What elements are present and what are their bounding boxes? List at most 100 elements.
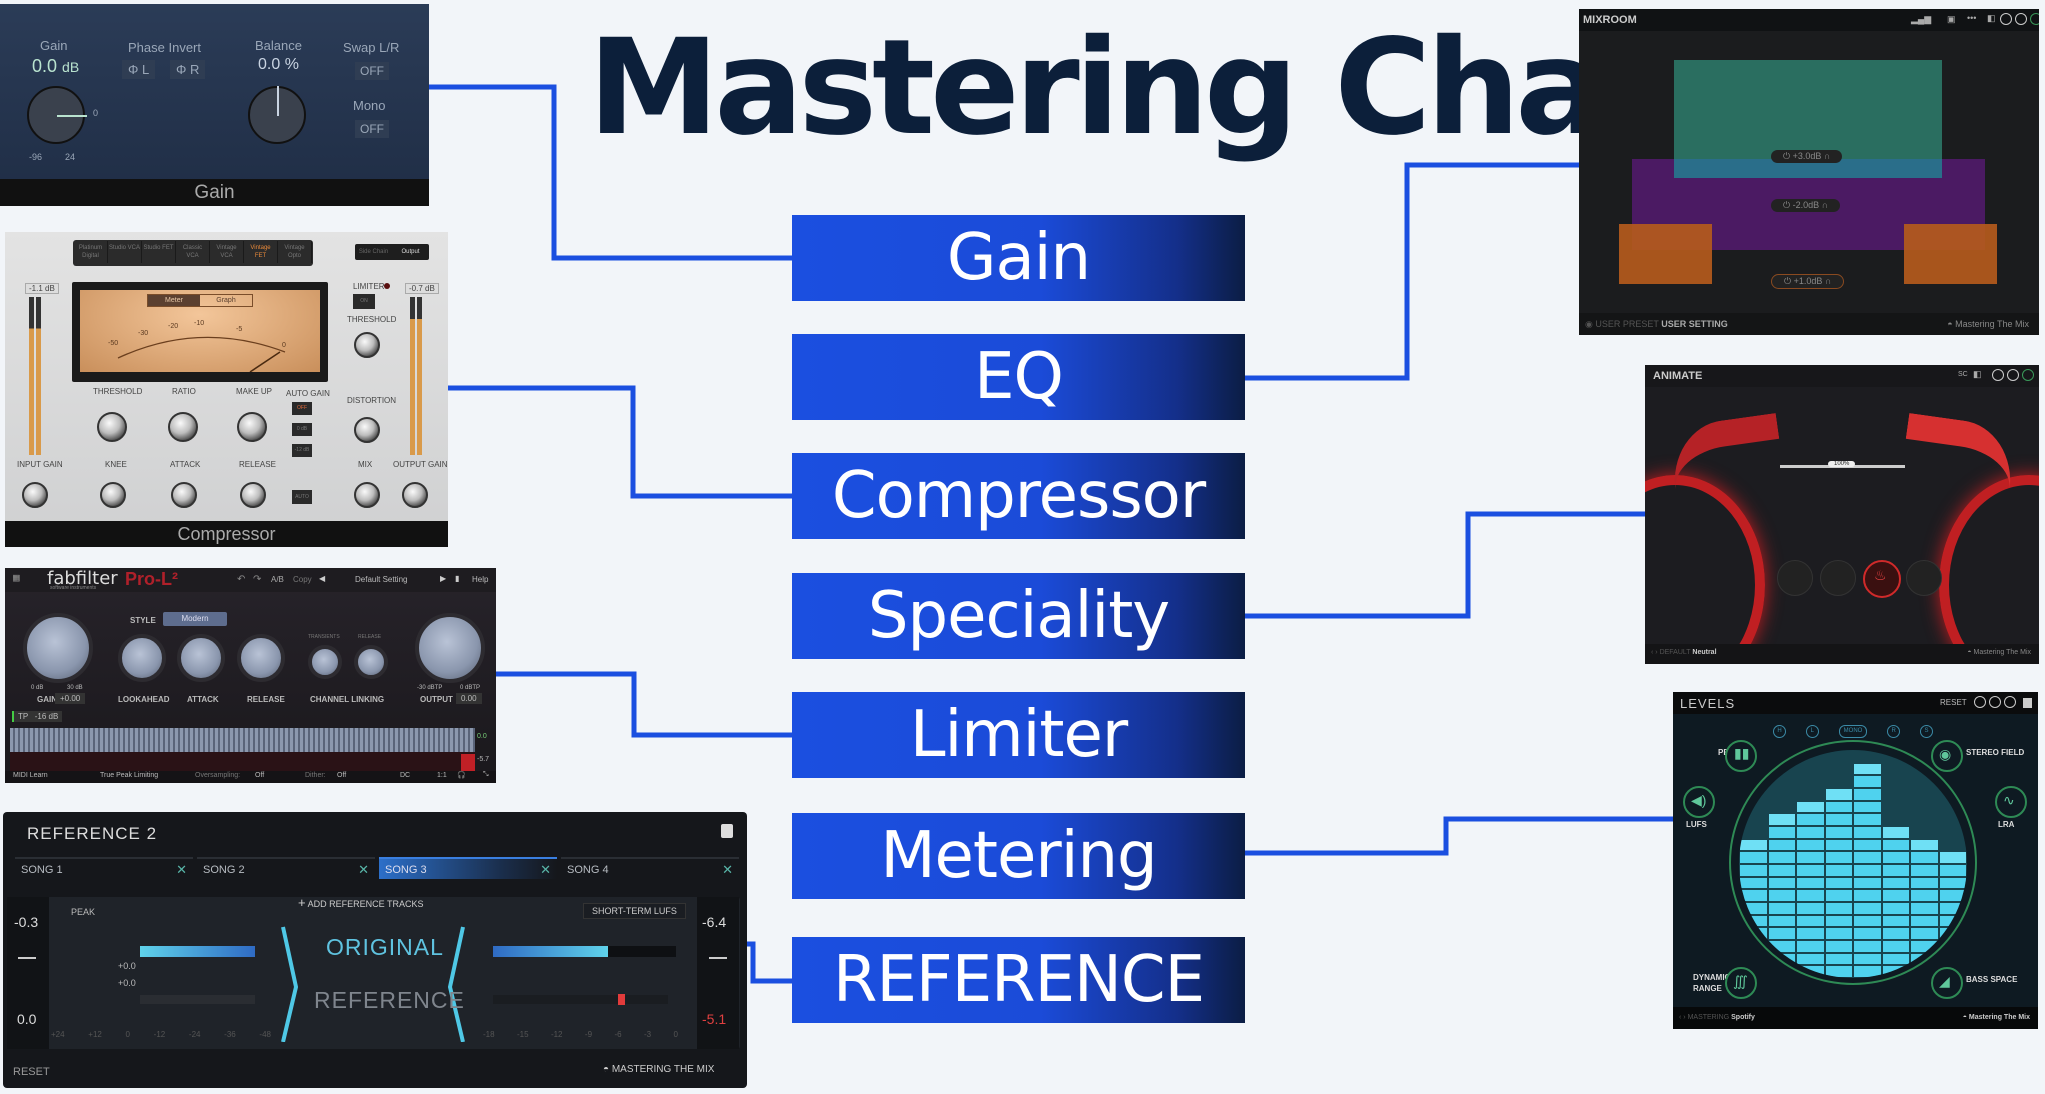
mode-knob-1[interactable] [1777, 560, 1813, 596]
channel-s[interactable]: S [1919, 725, 1933, 738]
dither-value[interactable]: Off [337, 772, 346, 779]
mono-toggle[interactable]: OFF [355, 120, 389, 138]
stage-compressor[interactable]: Compressor [792, 453, 1245, 539]
model-tab[interactable]: Vintage VCA [210, 241, 244, 263]
transients-link-knob[interactable] [308, 645, 342, 679]
song-tab-1[interactable]: SONG 1 ✕ [15, 857, 193, 879]
ab-button[interactable]: A/B [271, 575, 284, 584]
channel-l[interactable]: L [1805, 725, 1819, 738]
copy-button[interactable]: Copy [293, 575, 312, 584]
preset-name[interactable]: Default Setting [355, 575, 407, 584]
reference-label[interactable]: REFERENCE [314, 987, 465, 1014]
stage-limiter[interactable]: Limiter [792, 692, 1245, 778]
midi-learn-button[interactable]: MIDI Learn [13, 772, 48, 779]
menu-icon[interactable] [721, 824, 733, 838]
bypass-icon[interactable]: ◧ [1973, 369, 1982, 380]
add-reference-tracks-button[interactable]: + ADD REFERENCE TRACKS [298, 895, 423, 910]
output-value-field[interactable]: 0.00 [456, 693, 482, 704]
mix-knob[interactable] [354, 482, 380, 508]
stage-reference[interactable]: REFERENCE [792, 937, 1245, 1023]
settings-icon[interactable] [1992, 369, 2004, 381]
side-chain-button[interactable]: Side Chain [355, 244, 392, 260]
model-tab-selected[interactable]: Vintage FET [244, 241, 278, 263]
power-icon[interactable] [2022, 369, 2034, 381]
band-mid-gain[interactable]: ⏻ -2.0dB ∩ [1771, 199, 1841, 212]
bypass-icon[interactable]: ◧ [1987, 13, 1996, 24]
remove-song-icon[interactable]: ✕ [722, 859, 733, 881]
knee-knob[interactable] [100, 482, 126, 508]
menu-icon[interactable] [2023, 698, 2032, 708]
remove-song-icon[interactable]: ✕ [176, 859, 187, 881]
stage-eq[interactable]: EQ [792, 334, 1245, 420]
stereo-field-button[interactable]: ◉ [1931, 740, 1963, 772]
auto-release-button[interactable]: AUTO [292, 490, 312, 504]
model-tab[interactable]: Platinum Digital [74, 241, 108, 263]
reset-button[interactable]: RESET [1940, 698, 1967, 707]
settings-icon[interactable] [2000, 13, 2012, 25]
channel-r[interactable]: R [1887, 725, 1901, 738]
dynamic-range-button[interactable]: ∭ [1725, 967, 1757, 999]
true-peak-toggle[interactable]: True Peak Limiting [100, 772, 158, 779]
lra-button[interactable]: ∿ [1995, 786, 2027, 818]
target-icon[interactable]: ▣ [1947, 14, 1956, 25]
more-icon[interactable]: ••• [1967, 13, 1976, 23]
prev-preset-icon[interactable]: ◀ [319, 574, 325, 583]
headphones-icon[interactable]: 🎧 [457, 771, 466, 779]
stage-speciality[interactable]: Speciality [792, 573, 1245, 659]
output-knob[interactable] [415, 613, 485, 683]
bass-space-button[interactable]: ◢ [1931, 967, 1963, 999]
mode-knob-4[interactable] [1906, 560, 1942, 596]
attack-knob[interactable] [177, 634, 225, 682]
style-dropdown[interactable]: Modern [163, 612, 227, 626]
remove-song-icon[interactable]: ✕ [540, 859, 551, 881]
dc-button[interactable]: DC [400, 772, 410, 779]
auto-gain-0db[interactable]: 0 dB [292, 423, 312, 436]
stage-metering[interactable]: Metering [792, 813, 1245, 899]
reset-button[interactable]: RESET [13, 1066, 50, 1078]
lufs-mode-button[interactable]: SHORT-TERM LUFS [583, 903, 686, 919]
output-gain-knob[interactable] [402, 482, 428, 508]
auto-gain-off[interactable]: OFF [292, 402, 312, 415]
ratio-knob[interactable] [168, 412, 198, 442]
lookahead-knob[interactable] [118, 634, 166, 682]
info-icon[interactable] [2004, 696, 2016, 708]
band-high-gain[interactable]: ⏻ +3.0dB ∩ [1771, 150, 1843, 163]
redo-icon[interactable]: ↷ [253, 574, 261, 585]
gain-knob[interactable] [27, 86, 87, 144]
eq-band-low-right[interactable] [1904, 224, 1997, 284]
release-knob[interactable] [240, 482, 266, 508]
channel-h[interactable]: H [1773, 725, 1786, 738]
ab-switch[interactable]: ORIGINAL REFERENCE [278, 912, 468, 1042]
input-gain-knob[interactable] [22, 482, 48, 508]
remove-song-icon[interactable]: ✕ [358, 859, 369, 881]
right-band-slider[interactable] [1891, 412, 2019, 554]
makeup-knob[interactable] [237, 412, 267, 442]
preset-selector[interactable]: ◉ USER PRESET USER SETTING [1585, 319, 1728, 330]
model-tab[interactable]: Classic VCA [176, 241, 210, 263]
next-preset-icon[interactable]: ▶ [440, 574, 446, 583]
preset-selector[interactable]: ‹ › MASTERING Spotify [1679, 1014, 1755, 1021]
help-button[interactable]: Help [472, 575, 488, 584]
auto-gain-12db[interactable]: -12 dB [292, 444, 312, 457]
peak-meter-button[interactable]: ▮▮ [1725, 740, 1757, 772]
song-tab-4[interactable]: SONG 4 ✕ [561, 857, 739, 879]
channel-mono[interactable]: MONO [1838, 725, 1868, 738]
model-tab[interactable]: Vintage Opto [278, 241, 312, 263]
distortion-knob[interactable] [354, 417, 380, 443]
limiter-gain-knob[interactable] [23, 613, 93, 683]
gain-value-field[interactable]: +0.00 [55, 693, 86, 704]
release-link-knob[interactable] [354, 645, 388, 679]
original-label[interactable]: ORIGINAL [326, 934, 444, 961]
help-icon[interactable] [1989, 696, 2001, 708]
power-icon[interactable] [2030, 13, 2039, 25]
settings-icon[interactable] [1974, 696, 1986, 708]
phase-r-button[interactable]: Φ R [170, 60, 206, 79]
resize-icon[interactable]: ⤡ [483, 771, 489, 779]
threshold-knob[interactable] [97, 412, 127, 442]
preset-icon[interactable] [2015, 13, 2027, 25]
phase-l-button[interactable]: Φ L [122, 60, 156, 79]
limiter-on-button[interactable]: ON [353, 294, 375, 309]
release-knob[interactable] [237, 634, 285, 682]
lufs-button[interactable]: ◀) [1683, 786, 1715, 818]
model-tab[interactable]: Studio VCA [108, 241, 142, 263]
